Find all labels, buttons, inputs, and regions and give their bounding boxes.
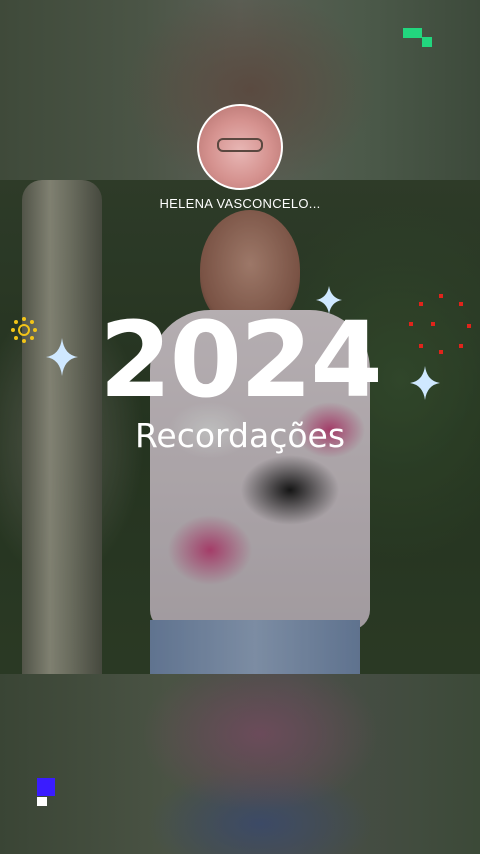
pixel-mark-icon — [403, 28, 432, 47]
avatar[interactable] — [197, 104, 283, 190]
headline-subtitle: Recordações — [134, 416, 346, 455]
avatar-glasses — [217, 138, 263, 152]
blurred-background-bottom — [0, 674, 480, 854]
profile-name[interactable]: HELENA VASCONCELO... — [0, 196, 480, 211]
pixel-mark-icon — [37, 778, 55, 806]
headline-year: 2024 — [99, 299, 382, 421]
